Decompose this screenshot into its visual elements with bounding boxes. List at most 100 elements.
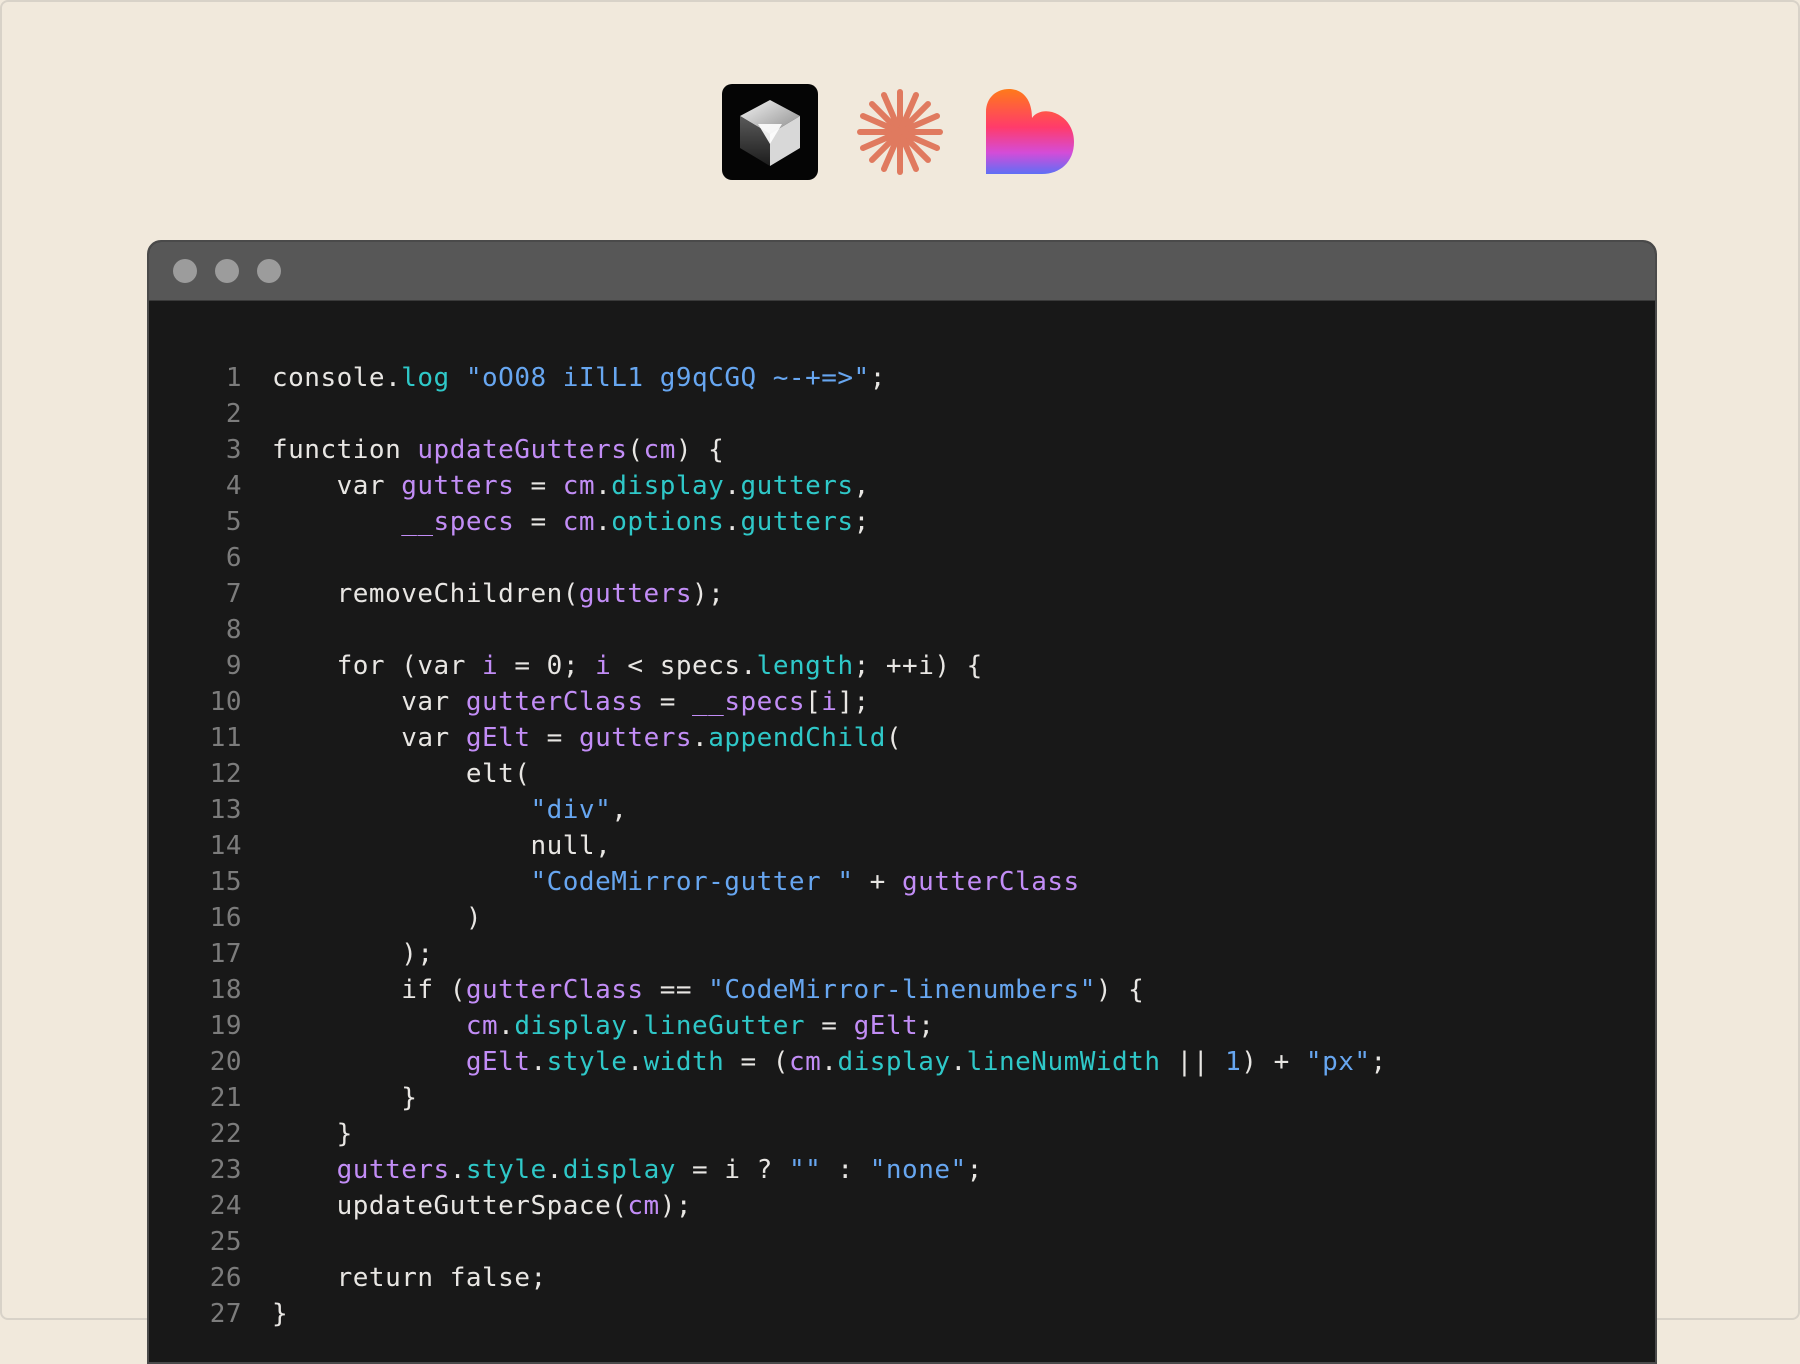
line-number: 21 [209, 1083, 242, 1113]
code-token: if [401, 975, 450, 1005]
code-line: 22 } [149, 1116, 1655, 1152]
code-token: i [821, 687, 838, 717]
code-token: . [595, 507, 612, 537]
logo-row [0, 84, 1800, 180]
code-token: < specs. [611, 651, 757, 681]
line-number: 6 [225, 543, 242, 573]
code-token: cm [562, 507, 596, 537]
line-text: var gutters = cm.display.gutters, [272, 468, 870, 504]
code-token: display [611, 471, 725, 501]
code-token: = [514, 507, 563, 537]
code-line: 18 if (gutterClass == "CodeMirror-linenu… [149, 972, 1655, 1008]
code-token: . [724, 507, 741, 537]
line-number: 10 [209, 687, 242, 717]
code-token: . [498, 1011, 515, 1041]
code-token: "div" [530, 795, 612, 825]
line-text: var gutterClass = __specs[i]; [272, 684, 870, 720]
code-token: , [853, 471, 870, 501]
sparkle-logo-icon [857, 89, 943, 175]
line-number: 24 [209, 1191, 242, 1221]
code-token: null, [272, 831, 612, 861]
code-line: 11 var gElt = gutters.appendChild( [149, 720, 1655, 756]
code-line: 2 [149, 396, 1655, 432]
code-token: cm [643, 435, 676, 465]
code-token: display [837, 1047, 951, 1077]
line-number: 11 [209, 723, 242, 753]
code-token: lineGutter [643, 1011, 806, 1041]
code-token: lineNumWidth [966, 1047, 1161, 1077]
code-token: == [643, 975, 709, 1005]
code-token: appendChild [708, 723, 886, 753]
line-text: } [272, 1080, 417, 1116]
line-text: } [272, 1116, 353, 1152]
code-token: "none" [869, 1155, 967, 1185]
code-token: cm [788, 1047, 822, 1077]
code-token: = [805, 1011, 854, 1041]
code-token: ) + [1241, 1047, 1306, 1077]
heart-logo-icon [986, 88, 1074, 174]
code-token: ; ++i) { [853, 651, 983, 681]
code-token: gutters [336, 1155, 450, 1185]
code-token: . [449, 1155, 466, 1185]
code-token: . [595, 471, 612, 501]
code-token: cm [562, 471, 596, 501]
code-token: + [853, 867, 902, 897]
code-line: 20 gElt.style.width = (cm.display.lineNu… [149, 1044, 1655, 1080]
code-token: gElt [853, 1011, 919, 1041]
close-button[interactable] [173, 259, 197, 283]
code-area[interactable]: 1 console.log "oO08 iIlL1 g9qCGQ ~-+=>"; 2… [149, 360, 1655, 1332]
code-token: "" [788, 1155, 822, 1185]
line-text: "CodeMirror-gutter " + gutterClass [272, 864, 1080, 900]
code-token: } [272, 1083, 418, 1113]
line-number: 17 [209, 939, 242, 969]
line-number: 26 [209, 1263, 242, 1293]
line-number: 15 [209, 867, 242, 897]
code-token: gutterClass [902, 867, 1080, 897]
line-number: 2 [225, 399, 242, 429]
code-token: function [272, 435, 418, 465]
code-token: gutterClass [465, 975, 644, 1005]
code-token: updateGutterSpace( [272, 1191, 628, 1221]
minimize-button[interactable] [215, 259, 239, 283]
code-token: gutters [401, 471, 515, 501]
code-token: ( [627, 435, 644, 465]
code-token: __specs [401, 507, 515, 537]
code-token: [ [805, 687, 822, 717]
line-number: 1 [225, 363, 242, 393]
code-token: . [692, 723, 709, 753]
zoom-button[interactable] [257, 259, 281, 283]
line-text: for (var i = 0; i < specs.length; ++i) { [272, 648, 983, 684]
code-token: ( [401, 651, 418, 681]
code-token: . [530, 1047, 547, 1077]
line-text: updateGutterSpace(cm); [272, 1188, 692, 1224]
code-token: cm [627, 1191, 660, 1221]
code-token: var [336, 471, 402, 501]
code-token: gElt [465, 723, 531, 753]
line-text: null, [272, 828, 611, 864]
line-text: console.log "oO08 iIlL1 g9qCGQ ~-+=>"; [272, 360, 886, 396]
code-token: gutterClass [465, 687, 644, 717]
line-number: 22 [209, 1119, 242, 1149]
code-token: options [611, 507, 725, 537]
line-number: 14 [209, 831, 242, 861]
line-text: return false; [272, 1260, 547, 1296]
code-token: gutters [578, 723, 693, 753]
line-text: ); [272, 936, 434, 972]
code-line: 15 "CodeMirror-gutter " + gutterClass [149, 864, 1655, 900]
line-number: 25 [209, 1227, 242, 1257]
code-token: . [627, 1047, 644, 1077]
code-token: 1 [1225, 1047, 1242, 1077]
code-token: || [1160, 1047, 1226, 1077]
code-line: 16 ) [149, 900, 1655, 936]
code-line: 9 for (var i = 0; i < specs.length; ++i)… [149, 648, 1655, 684]
code-token: . [724, 471, 741, 501]
